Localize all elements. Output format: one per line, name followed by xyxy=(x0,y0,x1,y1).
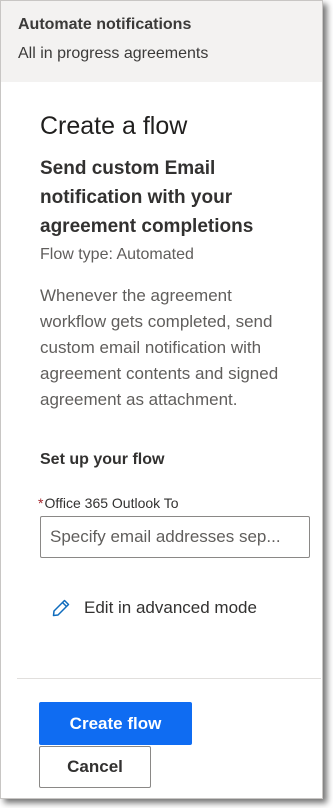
flow-name: Send custom Email notification with your… xyxy=(40,158,254,237)
create-flow-button[interactable]: Create flow xyxy=(39,702,192,745)
recipient-field-label: *Office 365 Outlook To xyxy=(38,494,301,512)
page-title: Create a flow xyxy=(40,112,188,140)
edit-advanced-mode-link[interactable]: Edit in advanced mode xyxy=(51,598,301,618)
recipient-label-text: Office 365 Outlook To xyxy=(44,495,179,511)
footer-divider xyxy=(17,678,321,679)
create-flow-panel: Automate notifications All in progress a… xyxy=(0,0,323,799)
required-marker: * xyxy=(38,495,44,511)
panel-content: Create a flow Send custom Email notifica… xyxy=(1,110,322,618)
setup-heading: Set up your flow xyxy=(40,451,165,468)
edit-advanced-mode-label: Edit in advanced mode xyxy=(84,598,257,617)
header-subtitle: All in progress agreements xyxy=(18,45,209,62)
flow-type: Flow type: Automated xyxy=(40,246,194,263)
header-title: Automate notifications xyxy=(18,16,192,33)
panel-header: Automate notifications All in progress a… xyxy=(1,1,322,82)
flow-description: Whenever the agreement workflow gets com… xyxy=(40,286,279,409)
cancel-button[interactable]: Cancel xyxy=(39,746,151,788)
pencil-icon xyxy=(51,598,71,618)
recipient-email-input[interactable] xyxy=(40,516,310,558)
